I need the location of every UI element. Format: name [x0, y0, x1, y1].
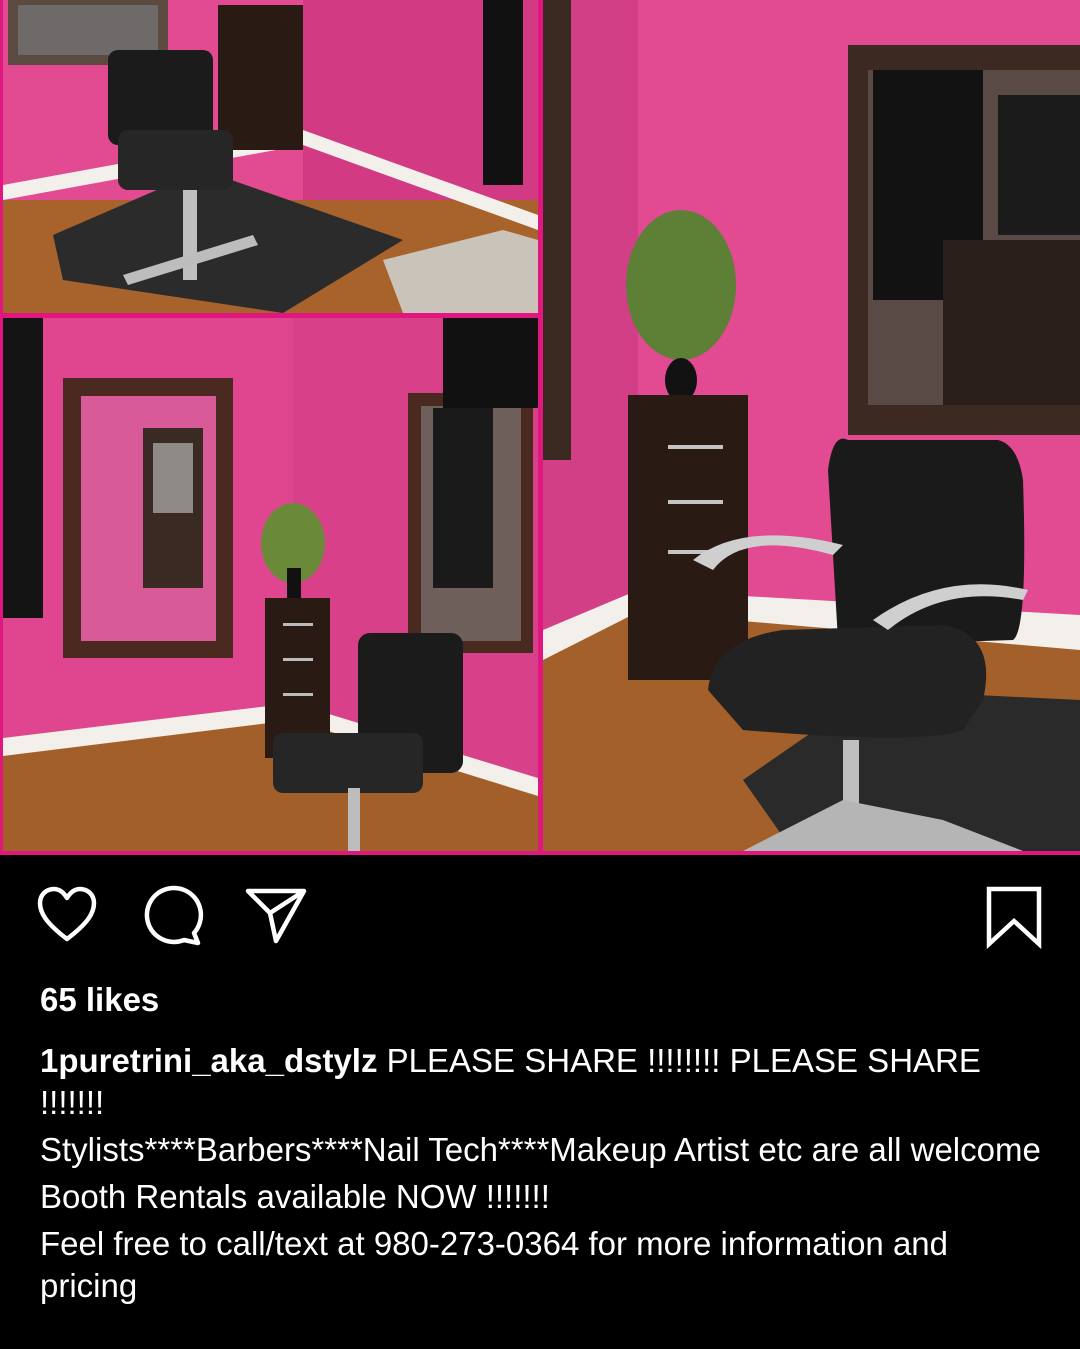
- caption-line-3: Booth Rentals available NOW !!!!!!!: [40, 1178, 550, 1215]
- post-action-bar: [0, 855, 1080, 975]
- salon-photo-top-left: [3, 0, 538, 313]
- caption-line-2: Stylists****Barbers****Nail Tech****Make…: [40, 1131, 1041, 1168]
- post-image-collage[interactable]: [0, 0, 1080, 855]
- caption-line-1: 1puretrini_aka_dstylz PLEASE SHARE !!!!!…: [40, 1040, 1050, 1124]
- salon-photo-bottom-left: [3, 318, 538, 851]
- comment-icon[interactable]: [140, 885, 204, 947]
- likes-count[interactable]: 65 likes: [40, 980, 159, 1020]
- salon-photo-right: [543, 0, 1080, 851]
- post-caption: 1puretrini_aka_dstylz PLEASE SHARE !!!!!…: [40, 1040, 1050, 1312]
- send-icon[interactable]: [244, 885, 308, 945]
- heart-icon[interactable]: [36, 885, 98, 943]
- bookmark-icon[interactable]: [984, 885, 1044, 949]
- caption-line-4: Feel free to call/text at 980-273-0364 f…: [40, 1225, 948, 1304]
- caption-username[interactable]: 1puretrini_aka_dstylz: [40, 1042, 377, 1079]
